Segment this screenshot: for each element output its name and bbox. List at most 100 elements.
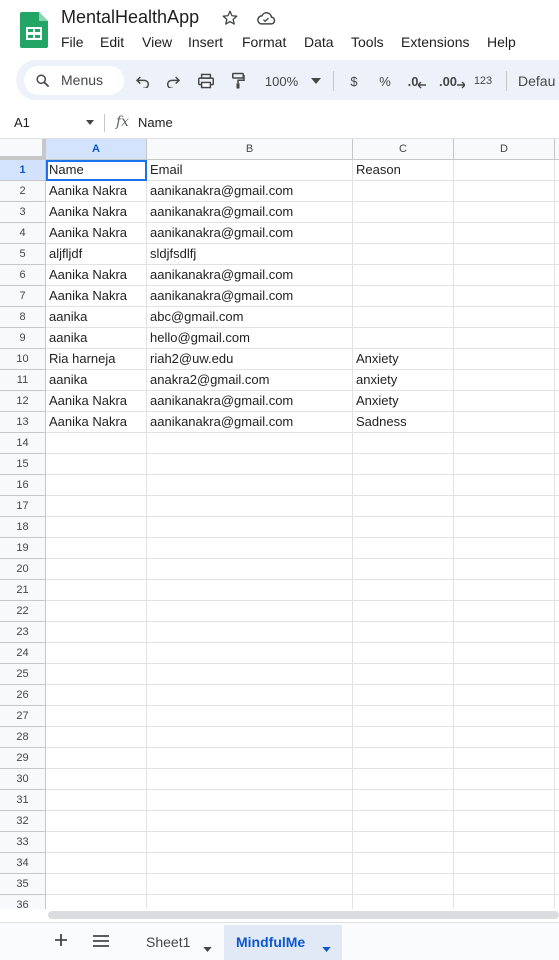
cell[interactable]: aanika (46, 370, 147, 391)
menu-edit[interactable]: Edit (100, 34, 124, 50)
cell[interactable] (555, 895, 559, 909)
cell[interactable]: Reason (353, 160, 454, 181)
name-box-dropdown-icon[interactable] (86, 120, 94, 125)
cell[interactable] (555, 622, 559, 643)
cell[interactable] (555, 412, 559, 433)
cell[interactable] (46, 790, 147, 811)
cell[interactable] (454, 454, 555, 475)
cell[interactable] (454, 811, 555, 832)
cell[interactable] (46, 832, 147, 853)
cell[interactable] (353, 790, 454, 811)
cell[interactable] (147, 895, 353, 909)
row-header[interactable]: 8 (0, 307, 46, 328)
cell[interactable] (555, 244, 559, 265)
cell[interactable]: aanikanakra@gmail.com (147, 202, 353, 223)
cell[interactable] (46, 559, 147, 580)
cell[interactable] (46, 517, 147, 538)
cell[interactable]: anxiety (353, 370, 454, 391)
cell[interactable] (555, 160, 559, 181)
cell[interactable] (555, 370, 559, 391)
percent-format-button[interactable]: % (375, 70, 395, 92)
zoom-dropdown-icon[interactable] (310, 70, 322, 92)
cell[interactable] (555, 433, 559, 454)
cell[interactable] (555, 769, 559, 790)
cell[interactable] (46, 853, 147, 874)
row-header[interactable]: 4 (0, 223, 46, 244)
menu-tools[interactable]: Tools (351, 34, 384, 50)
cell[interactable]: aanikanakra@gmail.com (147, 391, 353, 412)
row-header[interactable]: 36 (0, 895, 46, 909)
cell[interactable]: aanikanakra@gmail.com (147, 181, 353, 202)
cell[interactable] (46, 496, 147, 517)
cell[interactable] (147, 685, 353, 706)
row-header[interactable]: 30 (0, 769, 46, 790)
cell[interactable] (46, 643, 147, 664)
menu-extensions[interactable]: Extensions (401, 34, 469, 50)
cell[interactable] (555, 748, 559, 769)
row-header[interactable]: 7 (0, 286, 46, 307)
cell[interactable] (555, 727, 559, 748)
cell[interactable] (454, 727, 555, 748)
cell[interactable] (454, 853, 555, 874)
cell[interactable] (555, 454, 559, 475)
cell[interactable] (555, 538, 559, 559)
cell[interactable] (353, 706, 454, 727)
cell[interactable] (353, 496, 454, 517)
cell[interactable] (454, 895, 555, 909)
row-header[interactable]: 23 (0, 622, 46, 643)
cell[interactable] (147, 496, 353, 517)
column-header-e[interactable] (555, 139, 559, 160)
cell[interactable] (454, 370, 555, 391)
sheets-logo-icon[interactable] (20, 12, 48, 48)
cell[interactable]: Aanika Nakra (46, 412, 147, 433)
cell[interactable] (46, 433, 147, 454)
horizontal-scrollbar[interactable] (48, 911, 559, 919)
menu-insert[interactable]: Insert (188, 34, 223, 50)
increase-decimal-button[interactable]: .00 (438, 70, 466, 92)
cell[interactable] (454, 223, 555, 244)
cell[interactable]: Aanika Nakra (46, 286, 147, 307)
all-sheets-icon[interactable] (93, 934, 109, 952)
cell[interactable] (46, 475, 147, 496)
cell[interactable]: aljfljdf (46, 244, 147, 265)
cell[interactable]: sldjfsdlfj (147, 244, 353, 265)
cell[interactable] (454, 748, 555, 769)
cell[interactable] (353, 769, 454, 790)
row-header[interactable]: 31 (0, 790, 46, 811)
cell[interactable] (353, 265, 454, 286)
cell[interactable] (454, 412, 555, 433)
column-header-c[interactable]: C (353, 139, 454, 160)
column-header-d[interactable]: D (454, 139, 555, 160)
cell[interactable] (46, 706, 147, 727)
row-header[interactable]: 18 (0, 517, 46, 538)
name-box[interactable]: A1 (14, 115, 30, 130)
cell[interactable] (555, 391, 559, 412)
cell[interactable]: Anxiety (353, 391, 454, 412)
cell[interactable] (555, 664, 559, 685)
cell[interactable] (555, 181, 559, 202)
cell[interactable] (353, 874, 454, 895)
cell[interactable] (454, 790, 555, 811)
cell[interactable] (353, 622, 454, 643)
cell[interactable] (353, 433, 454, 454)
cell[interactable] (46, 538, 147, 559)
row-header[interactable]: 29 (0, 748, 46, 769)
cell[interactable]: hello@gmail.com (147, 328, 353, 349)
row-header[interactable]: 10 (0, 349, 46, 370)
cell[interactable]: Aanika Nakra (46, 223, 147, 244)
cell[interactable] (46, 454, 147, 475)
cell[interactable] (46, 622, 147, 643)
cell[interactable] (454, 580, 555, 601)
zoom-select[interactable]: 100% (259, 70, 304, 92)
cell[interactable] (555, 517, 559, 538)
cell[interactable] (454, 874, 555, 895)
cell[interactable] (454, 643, 555, 664)
cell[interactable]: aanika (46, 328, 147, 349)
cell[interactable]: Aanika Nakra (46, 265, 147, 286)
cell[interactable] (454, 181, 555, 202)
column-header-b[interactable]: B (147, 139, 353, 160)
row-header[interactable]: 13 (0, 412, 46, 433)
cell[interactable] (454, 664, 555, 685)
document-title[interactable]: MentalHealthApp (61, 7, 199, 28)
cell[interactable]: Sadness (353, 412, 454, 433)
